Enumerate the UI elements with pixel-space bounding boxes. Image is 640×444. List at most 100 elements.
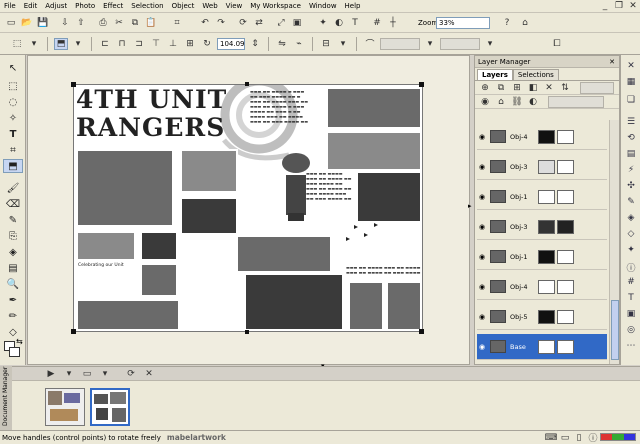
eraser-tool-icon[interactable]: ⌫ (3, 197, 23, 211)
foreground-color-swatch[interactable] (9, 347, 20, 357)
layer-row[interactable]: ◉ Obj-3 (477, 154, 607, 180)
height-input[interactable] (440, 37, 480, 50)
web-panel-icon[interactable]: ◎ (624, 325, 638, 337)
close-icon[interactable]: ✕ (626, 0, 640, 12)
home-icon[interactable]: ⌂ (518, 17, 532, 29)
restore-icon[interactable]: ❐ (612, 0, 626, 12)
menu-item-view[interactable]: View (222, 2, 247, 10)
zoom-select[interactable]: 33% (436, 17, 490, 29)
import-icon[interactable]: ⇩ (58, 17, 72, 29)
align-middle-icon[interactable]: ⊥ (166, 38, 180, 50)
menu-item-effect[interactable]: Effect (99, 2, 127, 10)
swap-colors-icon[interactable]: ⇆ (16, 337, 23, 346)
gallery-panel-icon[interactable]: ▣ (624, 309, 638, 321)
fill-tool-icon[interactable]: ◈ (3, 245, 23, 259)
cut-icon[interactable]: ✂ (112, 17, 126, 29)
eye-icon[interactable]: ◉ (477, 283, 487, 291)
visibility-icon[interactable]: ◉ (478, 96, 492, 108)
group-photo-large[interactable] (76, 149, 174, 227)
dock-close-icon[interactable]: ✕ (624, 61, 638, 73)
quick-command-icon[interactable]: ⚡ (624, 165, 638, 177)
merge-layer-icon[interactable]: ⊞ (510, 82, 524, 94)
export-icon[interactable]: ⇧ (74, 17, 88, 29)
document-thumbnail-2[interactable] (90, 388, 130, 426)
dropdown-arrow-icon[interactable]: ▾ (483, 38, 497, 50)
transform-mode-icon[interactable]: ⬚ (10, 38, 24, 50)
properties-panel-icon[interactable]: ☰ (624, 117, 638, 129)
layer-row[interactable]: ◉ Obj-3 (477, 214, 607, 240)
eye-icon[interactable]: ◉ (477, 193, 487, 201)
dropdown-arrow-icon[interactable]: ▾ (62, 368, 76, 380)
zoom-tool-icon[interactable]: 🔍 (3, 277, 23, 291)
minimize-icon[interactable]: _ (598, 0, 612, 12)
effect-panel-icon[interactable]: ✦ (624, 245, 638, 257)
gradient-tool-icon[interactable]: ▤ (3, 261, 23, 275)
free-rotate-icon[interactable]: ⬒ (54, 37, 68, 50)
menu-item-edit[interactable]: Edit (20, 2, 42, 10)
candid-photo-2[interactable] (386, 281, 422, 331)
layer-row[interactable]: ◉ Base (477, 334, 607, 360)
resize-handle-top-right[interactable] (419, 82, 424, 87)
layer-row[interactable]: ◉ Obj-1 (477, 244, 607, 270)
yearbook-page[interactable]: 4TH UNIT RANGERS ▬▬▬ ▬▬ ▬▬▬▬ ▬ ▬▬▬ ▬▬ ▬▬… (73, 84, 423, 332)
bring-forward-icon[interactable]: ⧠ (550, 38, 564, 50)
save-icon[interactable]: 💾 (36, 17, 50, 29)
opacity-input[interactable] (580, 81, 614, 94)
eye-icon[interactable]: ◉ (477, 343, 487, 351)
eye-icon[interactable]: ◉ (477, 313, 487, 321)
more-panels-icon[interactable]: ⋯ (624, 341, 638, 353)
document-thumbnail-1[interactable] (45, 388, 85, 426)
color-panel-icon[interactable]: ◈ (624, 213, 638, 225)
menu-item-photo[interactable]: Photo (71, 2, 99, 10)
resize-handle-top-left[interactable] (71, 82, 76, 87)
menu-item-file[interactable]: File (0, 2, 20, 10)
object-panel-icon[interactable]: ◇ (624, 229, 638, 241)
layer-row[interactable]: ◉ Obj-4 (477, 124, 607, 150)
menu-item-web[interactable]: Web (198, 2, 221, 10)
blend-mode-icon[interactable]: ◐ (526, 96, 540, 108)
width-input[interactable] (380, 37, 420, 50)
menu-item-selection[interactable]: Selection (127, 2, 167, 10)
dropdown-arrow-icon[interactable]: ▾ (27, 38, 41, 50)
align-center-icon[interactable]: ⊓ (115, 38, 129, 50)
eyedropper-tool-icon[interactable]: ✒ (3, 293, 23, 307)
paint-tool-icon[interactable]: 🖌 (3, 181, 23, 195)
dropdown-arrow-icon[interactable]: ▾ (98, 368, 112, 380)
undo-icon[interactable]: ↶ (198, 17, 212, 29)
dropdown-arrow-icon[interactable]: ▾ (71, 38, 85, 50)
grid-icon[interactable]: # (370, 17, 384, 29)
history-panel-icon[interactable]: ⟲ (624, 133, 638, 145)
layer-row[interactable]: ◉ Obj-1 (477, 184, 607, 210)
layers-panel-icon[interactable]: ❏ (624, 95, 638, 107)
angle-input[interactable]: 104.09 (217, 37, 245, 50)
celebration-photo[interactable] (244, 273, 344, 331)
menu-item-window[interactable]: Window (305, 2, 341, 10)
crowd-photo-top[interactable] (326, 87, 422, 129)
menu-item-adjust[interactable]: Adjust (41, 2, 71, 10)
refresh-icon[interactable]: ⟳ (124, 368, 138, 380)
duplicate-layer-icon[interactable]: ⧉ (494, 82, 508, 94)
text-panel-icon[interactable]: T (624, 293, 638, 305)
dropdown-arrow-icon[interactable]: ▾ (336, 38, 350, 50)
layer-list-scrollbar[interactable] (609, 120, 619, 364)
link-icon[interactable]: ⌒ (363, 38, 377, 50)
eye-icon[interactable]: ◉ (477, 133, 487, 141)
panel-collapse-icon[interactable]: ▸ (468, 202, 472, 210)
paste-icon[interactable]: 📋 (144, 17, 158, 29)
new-icon[interactable]: ▭ (4, 17, 18, 29)
pick-tool-icon[interactable]: ↖ (3, 61, 23, 75)
portrait-photo[interactable] (356, 171, 422, 223)
align-right-icon[interactable]: ⊐ (132, 38, 146, 50)
layer-row[interactable]: ◉ Obj-4 (477, 274, 607, 300)
thumbnail-view-icon[interactable]: ▭ (80, 368, 94, 380)
close-document-icon[interactable]: ✕ (142, 368, 156, 380)
crop-icon[interactable]: ⌗ (170, 17, 184, 29)
tab-selections[interactable]: Selections (512, 69, 559, 80)
layer-mask-icon[interactable]: ◧ (526, 82, 540, 94)
flip-horizontal-icon[interactable]: ⇋ (275, 38, 289, 50)
rotate-angle-icon[interactable]: ↻ (200, 38, 214, 50)
print-icon[interactable]: ⎙ (96, 17, 110, 29)
canvas-icon[interactable]: ▣ (290, 17, 304, 29)
eye-icon[interactable]: ◉ (477, 163, 487, 171)
brush-tool-icon[interactable]: ✎ (3, 213, 23, 227)
